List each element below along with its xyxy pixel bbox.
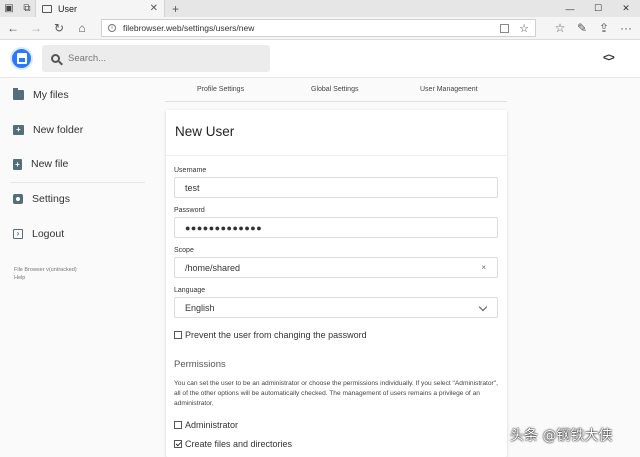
scope-value: /home/shared — [185, 262, 241, 273]
forward-icon[interactable]: → — [28, 20, 44, 36]
reading-view-icon[interactable] — [500, 23, 510, 33]
browser-nav-bar: ← → ↻ ⌂ i filebrowser.web/settings/users… — [0, 17, 640, 40]
help-link[interactable]: Help — [14, 275, 25, 281]
sidebar-item-label: Logout — [32, 228, 65, 240]
share-icon[interactable]: ⇪ — [596, 20, 612, 36]
code-toggle-icon[interactable]: <> — [603, 52, 615, 64]
permissions-title: Permissions — [174, 359, 226, 370]
filebrowser-logo[interactable] — [10, 47, 33, 70]
sidebar-item-label: New folder — [33, 124, 84, 136]
close-tab-icon[interactable]: ✕ — [150, 3, 158, 14]
sidebar-item-label: My files — [33, 89, 69, 101]
favorites-icon[interactable]: ☆ — [552, 20, 568, 36]
chevron-down-icon — [478, 302, 488, 312]
address-bar[interactable]: i filebrowser.web/settings/users/new ☆ — [101, 19, 536, 37]
sidebar-item-label: New file — [31, 158, 69, 170]
language-select[interactable]: English — [174, 297, 498, 318]
sidebar-item-new-folder[interactable]: + New folder — [0, 113, 145, 147]
prevent-password-change-label: Prevent the user from changing the passw… — [185, 330, 367, 340]
tab-title: User — [58, 3, 78, 14]
username-field[interactable]: test — [174, 177, 498, 198]
more-icon[interactable]: ··· — [618, 20, 634, 36]
sidebar-item-new-file[interactable]: + New file — [0, 147, 145, 181]
settings-tabs: Profile Settings Global Settings User Ma… — [165, 80, 507, 102]
sidebar: My files + New folder + New file Setting… — [0, 78, 150, 457]
watermark-text: 头条 @钢铁大侠 — [510, 428, 613, 444]
scope-field[interactable]: /home/shared × — [174, 257, 498, 278]
administrator-checkbox[interactable]: Administrator — [174, 420, 238, 430]
create-new-folder-icon: + — [13, 125, 24, 135]
sidebar-item-settings[interactable]: Settings — [0, 182, 145, 216]
checkbox-checked-icon[interactable] — [174, 440, 182, 448]
scope-label: Scope — [174, 247, 194, 254]
sidebar-item-logout[interactable]: › Logout — [0, 217, 145, 251]
back-icon[interactable]: ← — [5, 20, 21, 36]
language-value: English — [185, 302, 215, 313]
info-icon[interactable]: i — [108, 24, 116, 32]
page-title: New User — [175, 124, 235, 139]
home-icon[interactable]: ⌂ — [74, 20, 90, 36]
notes-icon[interactable]: ✎ — [574, 20, 590, 36]
minimize-icon[interactable]: — — [556, 0, 584, 17]
tab-global-settings[interactable]: Global Settings — [311, 86, 358, 93]
maximize-icon[interactable]: ☐ — [584, 0, 612, 17]
favorite-star-icon[interactable]: ☆ — [519, 22, 529, 35]
create-files-label: Create files and directories — [185, 439, 293, 449]
browser-tab[interactable]: User ✕ — [35, 0, 165, 17]
new-user-card: New User Username test Password ●●●●●●●●… — [166, 110, 507, 457]
checkbox-icon[interactable] — [174, 331, 182, 339]
search-icon — [51, 54, 60, 63]
tab-preview-icon[interactable]: ⧉ — [18, 0, 36, 17]
note-add-icon: + — [13, 158, 22, 170]
username-value: test — [185, 182, 200, 193]
sidebar-item-my-files[interactable]: My files — [0, 78, 145, 112]
checkbox-icon[interactable] — [174, 421, 182, 429]
sidebar-item-label: Settings — [32, 193, 70, 205]
clear-icon[interactable]: × — [481, 263, 486, 272]
permissions-description: You can set the user to be an administra… — [174, 380, 498, 407]
exit-icon: › — [13, 229, 23, 239]
url-text: filebrowser.web/settings/users/new — [123, 23, 255, 33]
close-window-icon[interactable]: ✕ — [612, 0, 640, 17]
version-text: File Browser v(untracked) — [14, 267, 77, 273]
search-input[interactable] — [68, 53, 248, 64]
create-files-checkbox[interactable]: Create files and directories — [174, 439, 292, 449]
search-box[interactable] — [42, 45, 270, 72]
tab-profile-settings[interactable]: Profile Settings — [197, 86, 244, 93]
password-value: ●●●●●●●●●●●●● — [185, 222, 263, 233]
username-label: Username — [174, 167, 207, 174]
tab-actions-icon[interactable]: ▣ — [0, 0, 18, 17]
settings-icon — [13, 194, 23, 204]
tab-user-management[interactable]: User Management — [420, 86, 478, 93]
window-controls: — ☐ ✕ — [556, 0, 640, 17]
page-icon — [42, 4, 52, 13]
app-header: <> — [0, 40, 640, 78]
administrator-label: Administrator — [185, 420, 239, 430]
folder-icon — [13, 88, 24, 100]
refresh-icon[interactable]: ↻ — [51, 20, 67, 36]
password-field[interactable]: ●●●●●●●●●●●●● — [174, 217, 498, 238]
new-tab-button[interactable]: + — [172, 0, 179, 17]
language-label: Language — [174, 287, 206, 294]
prevent-password-change-checkbox[interactable]: Prevent the user from changing the passw… — [174, 330, 367, 340]
card-divider — [166, 155, 507, 156]
password-label: Password — [174, 207, 205, 214]
